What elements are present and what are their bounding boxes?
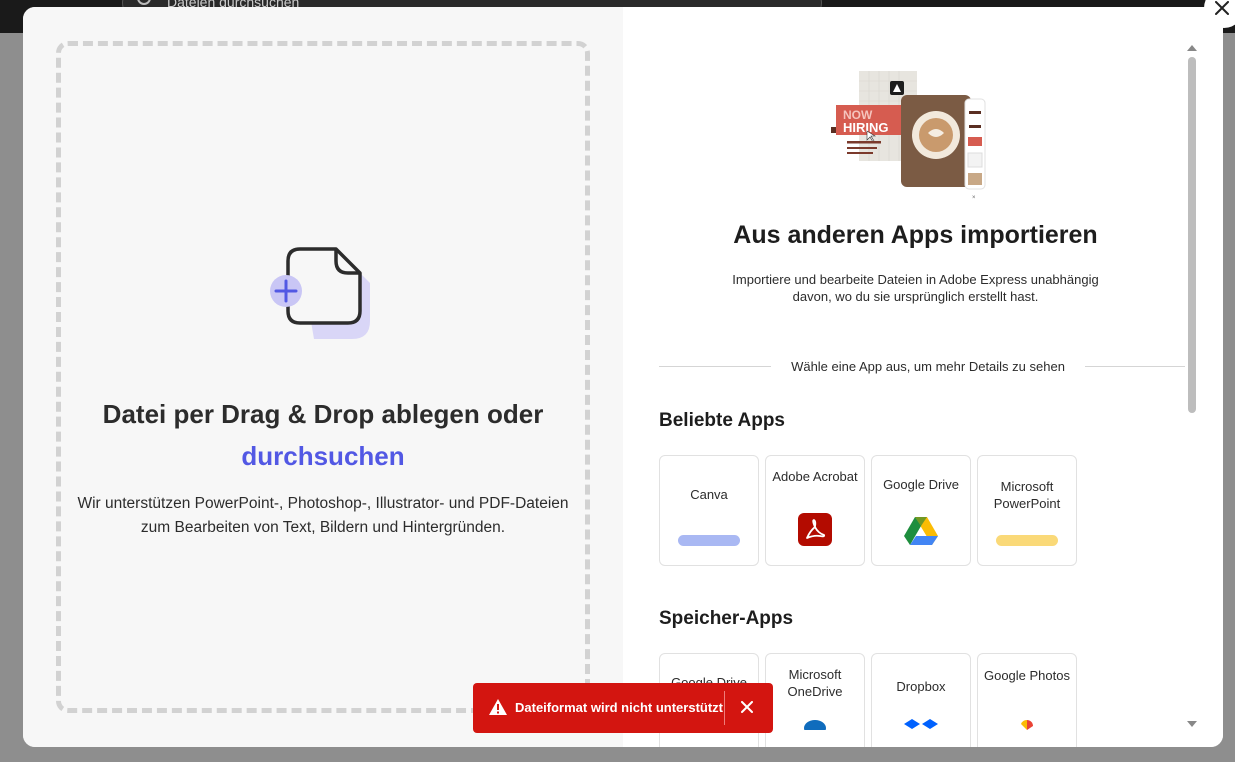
canva-logo-icon <box>678 535 740 546</box>
drop-zone[interactable] <box>56 41 590 713</box>
google-drive-logo-icon <box>904 517 938 545</box>
toast-close-icon[interactable] <box>741 701 753 713</box>
app-card-label: Google Photos <box>983 668 1070 683</box>
app-card-label: Adobe Acrobat <box>772 469 858 484</box>
drop-title: Datei per Drag & Drop ablegen oder durch… <box>23 393 623 477</box>
import-pane: NOW HIRING × Aus anderen Apps importiere… <box>623 7 1223 747</box>
dropbox-logo-icon <box>904 719 938 729</box>
popular-apps-grid: Canva Adobe Acrobat Google Drive Microso… <box>659 455 1077 566</box>
app-card-label: Canva <box>690 487 728 502</box>
toast-separator <box>724 691 725 725</box>
hero-badge-line2: HIRING <box>843 120 889 135</box>
powerpoint-logo-icon <box>996 535 1058 546</box>
storage-card-google-photos[interactable]: Google Photos <box>977 653 1077 747</box>
popular-apps-heading: Beliebte Apps <box>659 410 785 431</box>
app-card-label: Google Drive <box>883 477 959 492</box>
import-title: Aus anderen Apps importieren <box>733 221 1098 249</box>
warning-icon <box>489 699 507 715</box>
upload-pane: Datei per Drag & Drop ablegen oder durch… <box>23 7 623 747</box>
app-card-adobe-acrobat[interactable]: Adobe Acrobat <box>765 455 865 566</box>
divider-line <box>659 366 771 367</box>
app-card-google-drive[interactable]: Google Drive <box>871 455 971 566</box>
scroll-down-arrow-icon[interactable] <box>1187 721 1197 727</box>
import-hero-illustration: NOW HIRING × <box>831 71 986 201</box>
app-select-divider: Wähle eine App aus, um mehr Details zu s… <box>659 357 1185 377</box>
browse-link[interactable]: durchsuchen <box>23 435 623 477</box>
app-card-label: Microsoft OneDrive <box>787 667 843 699</box>
import-modal: Datei per Drag & Drop ablegen oder durch… <box>23 7 1223 747</box>
error-toast: Dateiformat wird nicht unterstützt <box>473 683 773 733</box>
right-pane-scrollbar[interactable] <box>1185 42 1199 727</box>
search-icon <box>137 0 151 5</box>
divider-line <box>1085 366 1185 367</box>
svg-text:×: × <box>972 195 976 201</box>
import-description: Importiere und bearbeite Dateien in Adob… <box>732 272 1099 304</box>
app-card-label: Dropbox <box>896 679 946 694</box>
scroll-up-arrow-icon[interactable] <box>1187 45 1197 51</box>
app-card-label: Microsoft PowerPoint <box>993 479 1061 511</box>
supported-formats-text: Wir unterstützen PowerPoint-, Photoshop-… <box>77 495 569 536</box>
add-file-icon <box>270 247 370 339</box>
app-card-canva[interactable]: Canva <box>659 455 759 566</box>
acrobat-logo-icon <box>798 513 832 546</box>
app-card-microsoft-powerpoint[interactable]: Microsoft PowerPoint <box>977 455 1077 566</box>
close-icon <box>1215 1 1229 15</box>
scroll-thumb[interactable] <box>1188 57 1196 413</box>
onedrive-logo-icon <box>804 720 826 730</box>
divider-text: Wähle eine App aus, um mehr Details zu s… <box>791 359 1065 374</box>
storage-card-dropbox[interactable]: Dropbox <box>871 653 971 747</box>
drop-title-text: Datei per Drag & Drop ablegen oder <box>102 399 544 429</box>
storage-apps-heading: Speicher-Apps <box>659 608 794 629</box>
google-photos-logo-icon <box>1021 719 1033 730</box>
storage-card-microsoft-onedrive[interactable]: Microsoft OneDrive <box>765 653 865 747</box>
toast-message: Dateiformat wird nicht unterstützt <box>515 700 724 715</box>
